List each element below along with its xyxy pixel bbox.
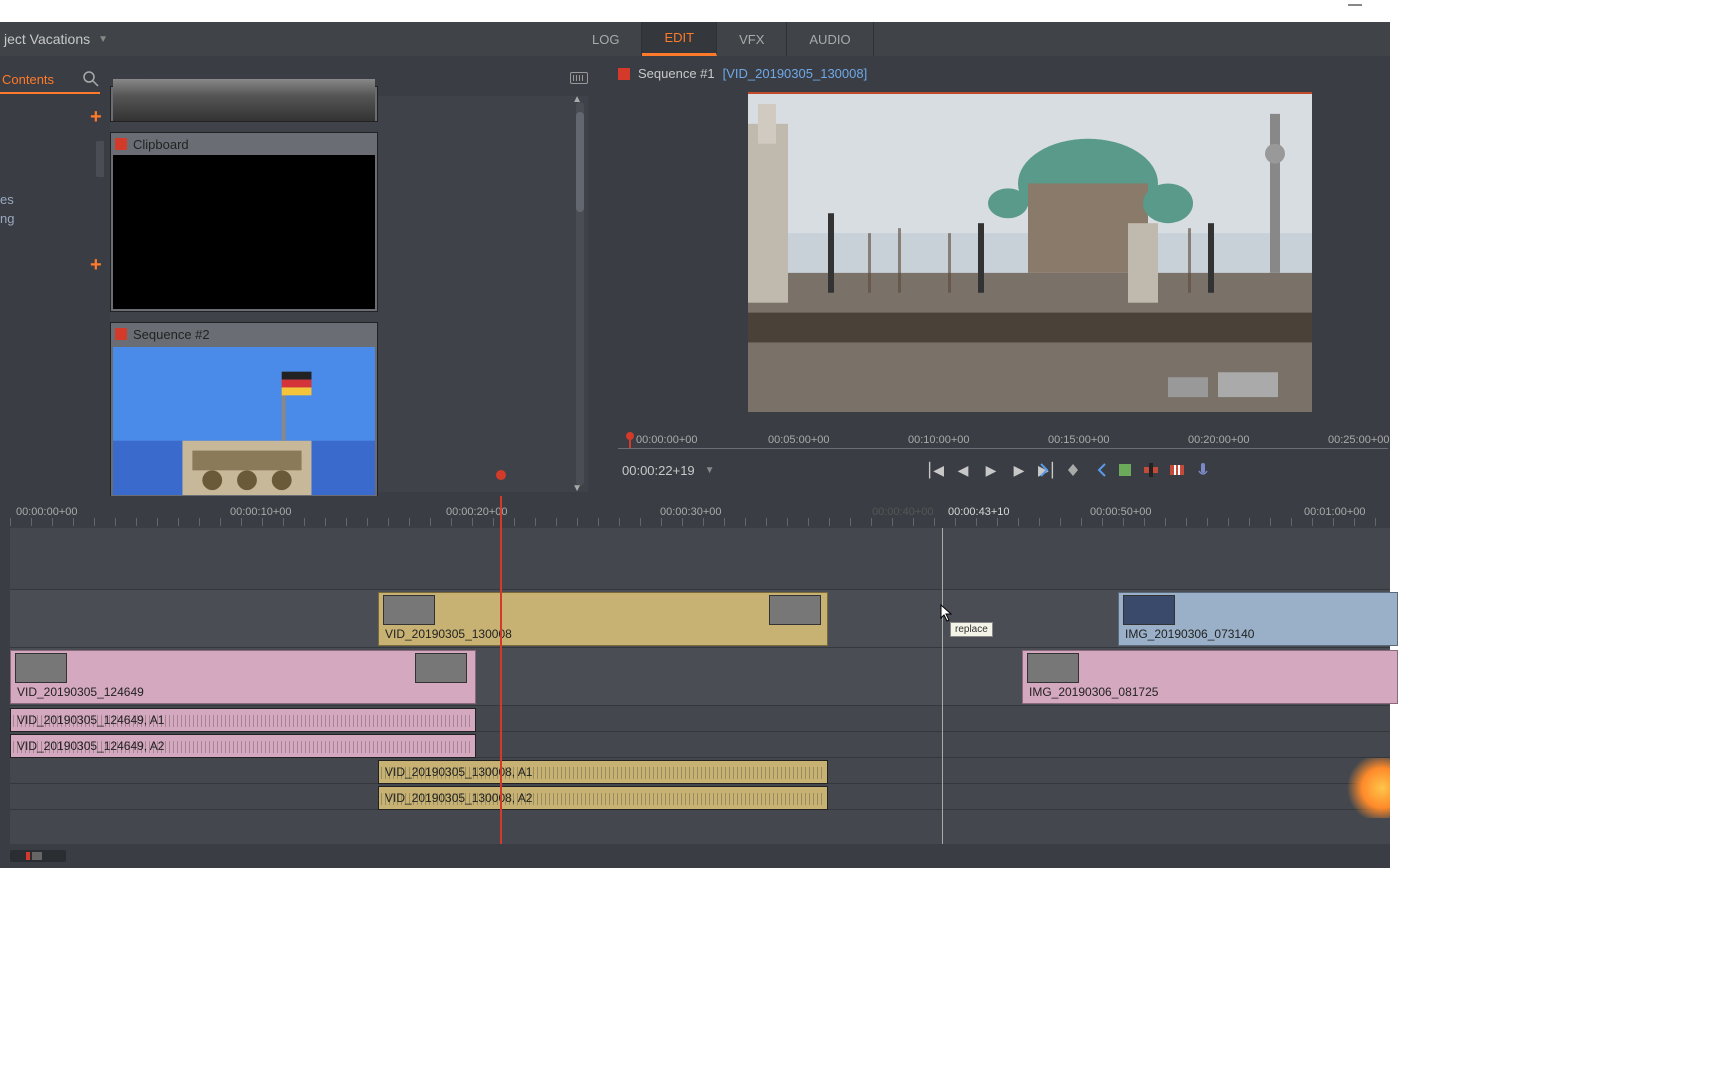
timeline-audio-clip[interactable]: VID_20190305_130008, A2: [378, 786, 828, 810]
add-bin-button[interactable]: +: [90, 106, 102, 129]
step-back-button[interactable]: ◀: [954, 461, 972, 479]
timeline-audio-clip[interactable]: VID_20190305_124649, A1: [10, 708, 476, 732]
clip-label: VID_20190305_124649, A1: [17, 713, 164, 727]
tab-audio[interactable]: AUDIO: [787, 22, 873, 56]
add-item-button[interactable]: +: [90, 254, 102, 277]
timeline-panel: 00:00:00+00 00:00:10+00 00:00:20+00 00:0…: [0, 496, 1390, 868]
playhead-handle-icon[interactable]: [496, 470, 506, 480]
timeline-clip[interactable]: IMG_20190306_081725: [1022, 650, 1398, 704]
clip-label: IMG_20190306_073140: [1125, 627, 1254, 641]
ruler-tick: 00:15:00+00: [1048, 434, 1109, 446]
tab-log[interactable]: LOG: [570, 22, 642, 56]
clipboard-thumbnail: [113, 155, 375, 309]
contents-tab-label[interactable]: Contents: [0, 72, 54, 87]
timecode-display[interactable]: 00:00:22+19: [622, 463, 695, 478]
viewer-sequence-name[interactable]: Sequence #1: [638, 66, 715, 81]
ruler-tick: 00:00:10+00: [230, 506, 291, 518]
ruler-cursor-timecode: 00:00:43+10: [948, 506, 1009, 518]
mouse-cursor-icon: [940, 604, 954, 622]
insert-icon[interactable]: [1116, 461, 1134, 479]
track-spacer: [10, 528, 1390, 590]
project-menu-arrow[interactable]: ▼: [98, 34, 108, 45]
clip-thumbnail: [1027, 653, 1079, 683]
mark-in-icon[interactable]: [1038, 461, 1056, 479]
sidebar-item-2[interactable]: ng: [0, 211, 14, 226]
viewer-frame[interactable]: [748, 92, 1312, 412]
ruler-tick: 00:00:20+00: [446, 506, 507, 518]
timeline-clip[interactable]: VID_20190305_130008: [378, 592, 828, 646]
contents-panel: Contents ← → + + es ng Clipboard: [0, 56, 598, 496]
ruler-tick: 00:05:00+00: [768, 434, 829, 446]
ruler-tick: 00:00:40+00: [872, 506, 933, 518]
timeline-zoom-scrollbar[interactable]: [10, 850, 66, 862]
timeline-audio-clip[interactable]: VID_20190305_130008, A1: [378, 760, 828, 784]
bookmark-icon: [618, 68, 630, 80]
bin-item-clipboard[interactable]: Clipboard: [110, 132, 378, 312]
window-minimize-button[interactable]: [1348, 4, 1362, 6]
bin-item-sequence2[interactable]: Sequence #2: [110, 322, 378, 500]
timeline-playhead[interactable]: [500, 496, 502, 844]
viewer-clip-name[interactable]: [VID_20190305_130008]: [723, 66, 868, 81]
clip-label: VID_20190305_130008: [385, 627, 512, 641]
viewer-panel: Sequence #1 [VID_20190305_130008]: [608, 56, 1390, 496]
timeline-clip[interactable]: IMG_20190306_073140: [1118, 592, 1398, 646]
ruler-tick: 00:20:00+00: [1188, 434, 1249, 446]
audio-record-icon[interactable]: [1194, 461, 1212, 479]
timeline-cursor-line: [942, 528, 943, 844]
clip-thumbnail: [113, 79, 375, 121]
clip-label: VID_20190305_130008, A1: [385, 765, 532, 779]
clip-label: VID_20190305_130008, A2: [385, 791, 532, 805]
scroll-up-icon[interactable]: ▲: [572, 94, 582, 105]
search-icon[interactable]: [82, 70, 100, 88]
bin-scrollbar[interactable]: [576, 102, 584, 486]
bookmark-icon: [115, 328, 127, 340]
timeline-tracks[interactable]: VID_20190305_130008 IMG_20190306_073140 …: [10, 528, 1390, 844]
clip-label: IMG_20190306_081725: [1029, 685, 1158, 699]
go-start-button[interactable]: ⎮◀: [926, 461, 944, 479]
timeline-clip[interactable]: VID_20190305_124649: [10, 650, 476, 704]
ruler-tick: 00:00:00+00: [16, 506, 77, 518]
project-title: ject Vacations: [0, 31, 90, 47]
play-button[interactable]: ▶: [982, 461, 1000, 479]
timeline-audio-clip[interactable]: VID_20190305_124649, A2: [10, 734, 476, 758]
tab-edit[interactable]: EDIT: [642, 22, 717, 56]
replace-icon[interactable]: [1168, 461, 1186, 479]
step-forward-button[interactable]: ▶: [1010, 461, 1028, 479]
ruler-tick: 00:00:30+00: [660, 506, 721, 518]
clip-thumbnail: [383, 595, 435, 625]
ruler-tick: 00:10:00+00: [908, 434, 969, 446]
clip-label: VID_20190305_124649: [17, 685, 144, 699]
ruler-tick: 00:00:50+00: [1090, 506, 1151, 518]
clip-thumbnail: [1123, 595, 1175, 625]
tab-vfx[interactable]: VFX: [717, 22, 787, 56]
clip-thumbnail: [15, 653, 67, 683]
drag-tooltip: replace: [950, 622, 993, 637]
mark-out-icon[interactable]: [1090, 461, 1108, 479]
clip-label: VID_20190305_124649, A2: [17, 739, 164, 753]
marker-icon[interactable]: [1064, 461, 1082, 479]
clipboard-label: Clipboard: [133, 137, 189, 152]
clip-thumbnail: [415, 653, 467, 683]
sidebar-item-1[interactable]: es: [0, 192, 14, 207]
watermark-icon: [1342, 758, 1390, 818]
scrollbar-thumb[interactable]: [576, 112, 584, 212]
clip-thumbnail: [769, 595, 821, 625]
ruler-tick: 00:01:00+00: [1304, 506, 1365, 518]
timeline-ruler[interactable]: 00:00:00+00 00:00:10+00 00:00:20+00 00:0…: [10, 502, 1390, 526]
overwrite-icon[interactable]: [1142, 461, 1160, 479]
sequence2-label: Sequence #2: [133, 327, 210, 342]
bin-area: Clipboard Sequence #2: [110, 96, 588, 492]
side-collapse-handle[interactable]: [96, 141, 104, 177]
sequence2-thumbnail: [113, 347, 375, 495]
timecode-menu-arrow[interactable]: ▼: [705, 465, 715, 476]
keyboard-icon[interactable]: [570, 72, 588, 84]
ruler-tick: 00:25:00+00: [1328, 434, 1389, 446]
ruler-tick: 00:00:00+00: [636, 434, 697, 446]
bookmark-icon: [115, 138, 127, 150]
bin-item-clip[interactable]: [110, 86, 378, 122]
scroll-down-icon[interactable]: ▼: [572, 483, 582, 494]
